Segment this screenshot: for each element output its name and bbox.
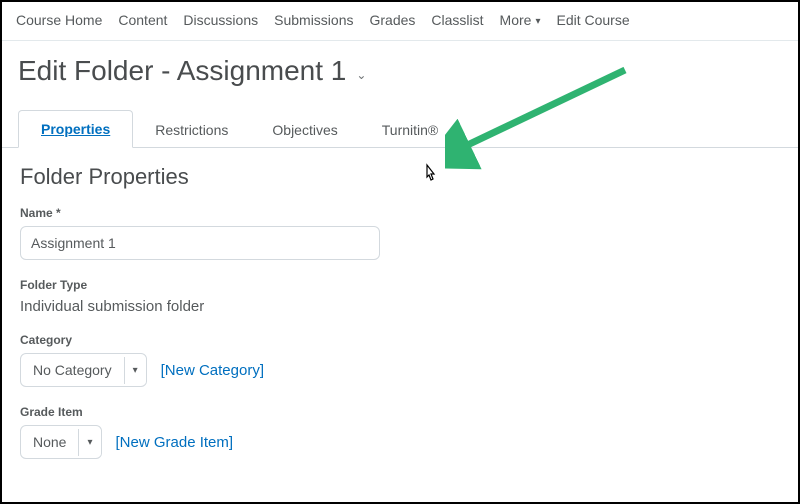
nav-discussions[interactable]: Discussions (183, 12, 258, 28)
nav-course-home[interactable]: Course Home (16, 12, 102, 28)
category-select-value: No Category (21, 354, 124, 386)
page-title-row: Edit Folder - Assignment 1 ⌄ (2, 41, 798, 109)
nav-classlist[interactable]: Classlist (431, 12, 483, 28)
tab-properties[interactable]: Properties (18, 110, 133, 148)
field-name: Name * (20, 206, 780, 260)
nav-grades[interactable]: Grades (370, 12, 416, 28)
new-grade-item-link[interactable]: [New Grade Item] (116, 434, 234, 451)
tabs: Properties Restrictions Objectives Turni… (2, 109, 798, 148)
grade-item-select-value: None (21, 426, 78, 458)
top-nav: Course Home Content Discussions Submissi… (2, 2, 798, 41)
title-dropdown-icon[interactable]: ⌄ (356, 68, 366, 82)
field-folder-type: Folder Type Individual submission folder (20, 278, 780, 315)
section-title: Folder Properties (20, 164, 780, 190)
content-area: Folder Properties Name * Folder Type Ind… (2, 148, 798, 475)
name-input[interactable] (20, 226, 380, 260)
nav-content[interactable]: Content (118, 12, 167, 28)
nav-edit-course[interactable]: Edit Course (556, 12, 629, 28)
category-label: Category (20, 333, 780, 347)
nav-submissions[interactable]: Submissions (274, 12, 353, 28)
field-grade-item: Grade Item None ▾ [New Grade Item] (20, 405, 780, 459)
tab-objectives[interactable]: Objectives (250, 112, 359, 148)
grade-item-select[interactable]: None ▾ (20, 425, 102, 459)
tab-turnitin[interactable]: Turnitin® (360, 112, 460, 148)
chevron-down-icon[interactable]: ▾ (78, 429, 100, 456)
page-title: Edit Folder - Assignment 1 (18, 55, 346, 87)
chevron-down-icon: ▾ (535, 16, 540, 27)
folder-type-value: Individual submission folder (20, 298, 780, 315)
new-category-link[interactable]: [New Category] (161, 362, 264, 379)
grade-item-label: Grade Item (20, 405, 780, 419)
nav-more-label: More (500, 12, 532, 28)
nav-more[interactable]: More ▾ (500, 12, 541, 28)
name-label: Name * (20, 206, 780, 220)
tab-restrictions[interactable]: Restrictions (133, 112, 250, 148)
folder-type-label: Folder Type (20, 278, 780, 292)
chevron-down-icon[interactable]: ▾ (124, 357, 146, 384)
field-category: Category No Category ▾ [New Category] (20, 333, 780, 387)
category-select[interactable]: No Category ▾ (20, 353, 147, 387)
